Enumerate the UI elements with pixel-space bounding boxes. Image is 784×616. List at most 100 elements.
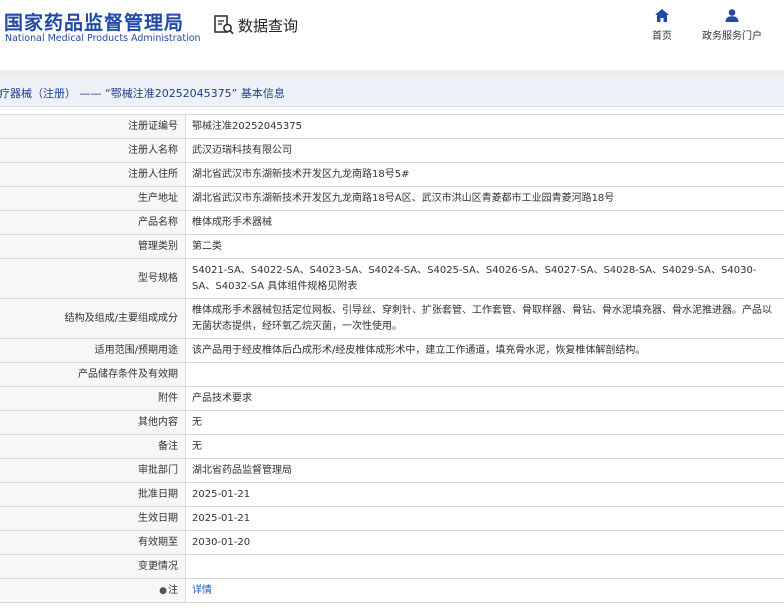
data-query-link[interactable]: 数据查询 xyxy=(213,14,298,36)
field-label-text: 变更情况 xyxy=(138,560,178,572)
field-label: 适用范围/预期用途 xyxy=(0,338,186,363)
field-value: 2030-01-20 xyxy=(185,530,784,555)
field-value-text: 鄂械注准20252045375 xyxy=(192,120,302,132)
field-label-text: 附件 xyxy=(158,392,178,404)
field-value-text: 无 xyxy=(192,416,202,428)
field-label-text: 注册证编号 xyxy=(128,120,178,132)
table-row: 注册人名称 武汉迈瑞科技有限公司 xyxy=(0,138,784,163)
field-value: 椎体成形手术器械包括定位网板、引导丝、穿刺针、扩张套管、工作套管、骨取样器、骨钻… xyxy=(185,298,784,339)
field-value: 该产品用于经皮椎体后凸成形术/经皮椎体成形术中，建立工作通道，填充骨水泥，恢复椎… xyxy=(185,338,784,363)
site-header: 国家药品监督管理局 National Medical Products Admi… xyxy=(0,0,784,62)
field-label: 附件 xyxy=(0,386,186,411)
field-label: 注册人名称 xyxy=(0,138,186,163)
field-value xyxy=(185,362,784,387)
field-label: 生效日期 xyxy=(0,506,186,531)
field-value-text: 2025-01-21 xyxy=(192,512,251,524)
table-row: 生效日期 2025-01-21 xyxy=(0,506,784,531)
field-value-text: 第二类 xyxy=(192,240,222,252)
field-value-text: S4021-SA、S4022-SA、S4023-SA、S4024-SA、S402… xyxy=(192,264,757,292)
field-value: 椎体成形手术器械 xyxy=(185,210,784,235)
field-value: 2025-01-21 xyxy=(185,482,784,507)
nav-home-label: 首页 xyxy=(652,31,672,42)
table-row: ●注 详情 xyxy=(0,578,784,603)
dot-icon: ● xyxy=(159,585,167,596)
field-label-text: 生效日期 xyxy=(138,512,178,524)
site-logo-cn[interactable]: 国家药品监督管理局 xyxy=(4,8,184,35)
field-value-text: 湖北省武汉市东湖新技术开发区九龙南路18号A区、武汉市洪山区青菱都市工业园青菱河… xyxy=(192,192,615,204)
field-label-text: 注册人住所 xyxy=(128,168,178,180)
field-value-text: 该产品用于经皮椎体后凸成形术/经皮椎体成形术中，建立工作通道，填充骨水泥，恢复椎… xyxy=(192,344,646,356)
field-label: ●注 xyxy=(0,578,186,603)
data-query-label: 数据查询 xyxy=(238,16,299,35)
table-row: 变更情况 xyxy=(0,554,784,579)
details-link[interactable]: 详情 xyxy=(192,585,212,596)
field-value-text: 湖北省武汉市东湖新技术开发区九龙南路18号5# xyxy=(192,168,410,180)
field-value-text: 产品技术要求 xyxy=(192,392,252,404)
field-label-text: 型号规格 xyxy=(138,272,178,284)
site-logo-en[interactable]: National Medical Products Administration xyxy=(5,33,201,44)
field-label: 管理类别 xyxy=(0,234,186,259)
field-label: 生产地址 xyxy=(0,186,186,211)
field-value: 2025-01-21 xyxy=(185,506,784,531)
field-value xyxy=(185,554,784,579)
table-row: 结构及组成/主要组成成分 椎体成形手术器械包括定位网板、引导丝、穿刺针、扩张套管、… xyxy=(0,298,784,339)
field-value: 湖北省药品监督管理局 xyxy=(185,458,784,483)
home-icon xyxy=(655,9,669,22)
field-label-text: 适用范围/预期用途 xyxy=(94,344,178,356)
field-label-text: 产品名称 xyxy=(138,216,178,228)
field-value: 湖北省武汉市东湖新技术开发区九龙南路18号A区、武汉市洪山区青菱都市工业园青菱河… xyxy=(185,186,784,211)
nav-gov-label: 政务服务门户 xyxy=(702,31,762,42)
table-row: 注册证编号 鄂械注准20252045375 xyxy=(0,114,784,139)
field-value: 武汉迈瑞科技有限公司 xyxy=(185,138,784,163)
table-row: 其他内容 无 xyxy=(0,410,784,435)
breadcrumb: 医疗器械（注册） —— “鄂械注准20252045375” 基本信息 xyxy=(0,78,784,107)
field-label: 注册证编号 xyxy=(0,114,186,139)
field-label: 型号规格 xyxy=(0,258,186,299)
field-label-text: 结构及组成/主要组成成分 xyxy=(64,312,178,324)
table-row: 有效期至 2030-01-20 xyxy=(0,530,784,555)
field-value-text: 2030-01-20 xyxy=(192,536,251,548)
field-value: 无 xyxy=(185,434,784,459)
table-row: 备注 无 xyxy=(0,434,784,459)
field-label: 其他内容 xyxy=(0,410,186,435)
table-row: 生产地址 湖北省武汉市东湖新技术开发区九龙南路18号A区、武汉市洪山区青菱都市工业… xyxy=(0,186,784,211)
field-label: 批准日期 xyxy=(0,482,186,507)
field-label-text: 管理类别 xyxy=(138,240,178,252)
field-value: 湖北省武汉市东湖新技术开发区九龙南路18号5# xyxy=(185,162,784,187)
field-label-text: 产品储存条件及有效期 xyxy=(78,368,178,380)
field-label-text: 其他内容 xyxy=(138,416,178,428)
field-label: 审批部门 xyxy=(0,458,186,483)
table-row: 管理类别 第二类 xyxy=(0,234,784,259)
field-label: 产品储存条件及有效期 xyxy=(0,362,186,387)
table-row: 批准日期 2025-01-21 xyxy=(0,482,784,507)
field-label-text: 批准日期 xyxy=(138,488,178,500)
field-value: 鄂械注准20252045375 xyxy=(185,114,784,139)
table-row: 审批部门 湖北省药品监督管理局 xyxy=(0,458,784,483)
document-search-icon xyxy=(214,15,234,35)
field-value-text: 湖北省药品监督管理局 xyxy=(192,464,292,476)
field-label: 产品名称 xyxy=(0,210,186,235)
field-label-text: 审批部门 xyxy=(138,464,178,476)
field-value: 详情 xyxy=(185,578,784,603)
field-label-text: 注册人名称 xyxy=(128,144,178,156)
field-value: S4021-SA、S4022-SA、S4023-SA、S4024-SA、S402… xyxy=(185,258,784,299)
field-label-text: 生产地址 xyxy=(138,192,178,204)
detail-table: 注册证编号 鄂械注准20252045375 注册人名称 武汉迈瑞科技有限公司注册人住所… xyxy=(0,114,784,603)
field-value-text: 椎体成形手术器械 xyxy=(192,216,272,228)
field-value-text: 2025-01-21 xyxy=(192,488,251,500)
field-label-text: 有效期至 xyxy=(138,536,178,548)
field-label: 注册人住所 xyxy=(0,162,186,187)
nav-gov-service[interactable]: 政务服务门户 xyxy=(697,9,767,42)
field-label: 有效期至 xyxy=(0,530,186,555)
user-icon xyxy=(725,9,739,22)
table-row: 注册人住所 湖北省武汉市东湖新技术开发区九龙南路18号5# xyxy=(0,162,784,187)
field-label-text: 注 xyxy=(168,584,178,596)
table-row: 型号规格 S4021-SA、S4022-SA、S4023-SA、S4024-SA、… xyxy=(0,258,784,299)
table-row: 产品名称 椎体成形手术器械 xyxy=(0,210,784,235)
field-value-text: 武汉迈瑞科技有限公司 xyxy=(192,144,292,156)
table-row: 附件 产品技术要求 xyxy=(0,386,784,411)
field-label-text: 备注 xyxy=(158,440,178,452)
field-label: 备注 xyxy=(0,434,186,459)
nav-home[interactable]: 首页 xyxy=(644,9,680,42)
field-value: 第二类 xyxy=(185,234,784,259)
